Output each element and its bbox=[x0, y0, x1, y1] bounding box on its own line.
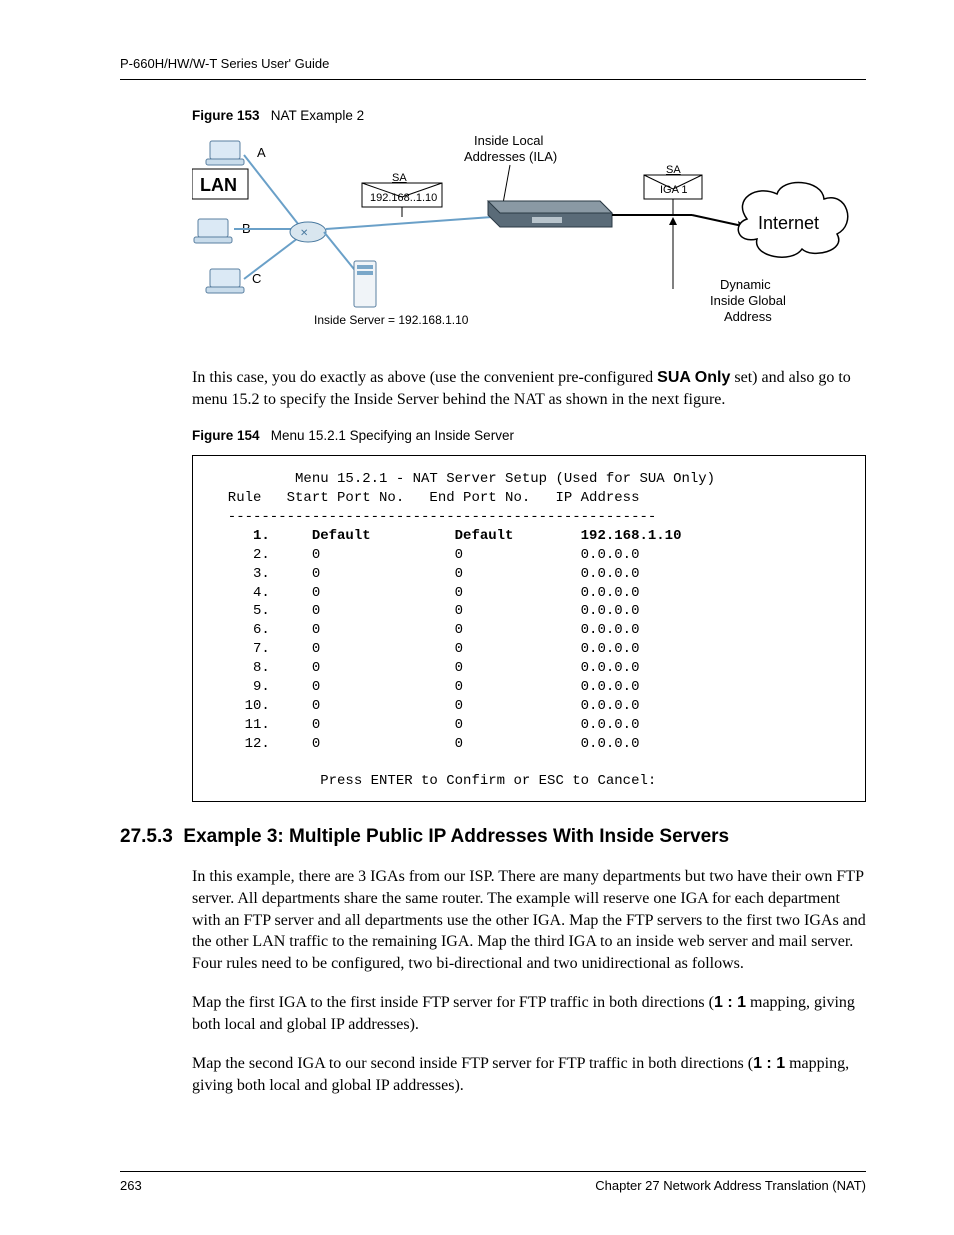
header-rule bbox=[120, 79, 866, 80]
para3-pre: Map the first IGA to the first inside FT… bbox=[192, 994, 714, 1011]
figure-153-label: Figure 153 bbox=[192, 108, 260, 123]
terminal-menu-box: Menu 15.2.1 - NAT Server Setup (Used for… bbox=[192, 455, 866, 802]
figure-154-title: Menu 15.2.1 Specifying an Inside Server bbox=[271, 428, 514, 443]
lan-label: LAN bbox=[200, 175, 237, 195]
section-number: 27.5.3 bbox=[120, 826, 173, 847]
paragraph-3: Map the first IGA to the first inside FT… bbox=[192, 992, 866, 1035]
page-footer: 263 Chapter 27 Network Address Translati… bbox=[120, 1171, 866, 1193]
para4-pre: Map the second IGA to our second inside … bbox=[192, 1055, 753, 1072]
page: P-660H/HW/W-T Series User' Guide Figure … bbox=[0, 0, 954, 1235]
paragraph-4: Map the second IGA to our second inside … bbox=[192, 1053, 866, 1096]
svg-text:Address: Address bbox=[724, 309, 772, 324]
svg-text:✕: ✕ bbox=[300, 228, 308, 239]
para3-bold: 1 : 1 bbox=[714, 994, 746, 1011]
paragraph-2: In this example, there are 3 IGAs from o… bbox=[192, 866, 866, 974]
svg-text:Inside Local: Inside Local bbox=[474, 133, 543, 148]
figure-154-label: Figure 154 bbox=[192, 428, 260, 443]
chapter-label: Chapter 27 Network Address Translation (… bbox=[595, 1178, 866, 1193]
section-heading: 27.5.3 Example 3: Multiple Public IP Add… bbox=[120, 826, 866, 848]
inside-server-label: Inside Server = 192.168.1.10 bbox=[314, 313, 469, 327]
svg-text:Inside Global: Inside Global bbox=[710, 293, 786, 308]
internet-label: Internet bbox=[758, 213, 819, 233]
svg-text:Addresses (ILA): Addresses (ILA) bbox=[464, 149, 557, 164]
pc-c-label: C bbox=[252, 271, 261, 286]
figure-153-title: NAT Example 2 bbox=[271, 108, 364, 123]
section-title: Example 3: Multiple Public IP Addresses … bbox=[183, 826, 729, 847]
content-column: Figure 153 NAT Example 2 LAN A B C bbox=[192, 108, 866, 1097]
ip1-label: 192.168..1.10 bbox=[370, 192, 437, 204]
svg-text:Dynamic: Dynamic bbox=[720, 277, 771, 292]
pc-a-label: A bbox=[257, 145, 266, 160]
nat-diagram-svg: LAN A B C ✕ bbox=[192, 129, 852, 349]
iga1-label: IGA 1 bbox=[660, 184, 688, 196]
para1-bold: SUA Only bbox=[657, 369, 730, 386]
paragraph-1: In this case, you do exactly as above (u… bbox=[192, 367, 866, 410]
figure-154-caption: Figure 154 Menu 15.2.1 Specifying an Ins… bbox=[192, 428, 866, 443]
running-header: P-660H/HW/W-T Series User' Guide bbox=[120, 56, 866, 71]
figure-153-diagram: LAN A B C ✕ bbox=[192, 129, 852, 349]
page-number: 263 bbox=[120, 1178, 142, 1193]
sa2-label: SA bbox=[666, 164, 681, 176]
figure-153-caption: Figure 153 NAT Example 2 bbox=[192, 108, 866, 123]
para1-pre: In this case, you do exactly as above (u… bbox=[192, 369, 657, 386]
sa1-label: SA bbox=[392, 172, 407, 184]
para4-bold: 1 : 1 bbox=[753, 1055, 785, 1072]
footer-rule bbox=[120, 1171, 866, 1172]
